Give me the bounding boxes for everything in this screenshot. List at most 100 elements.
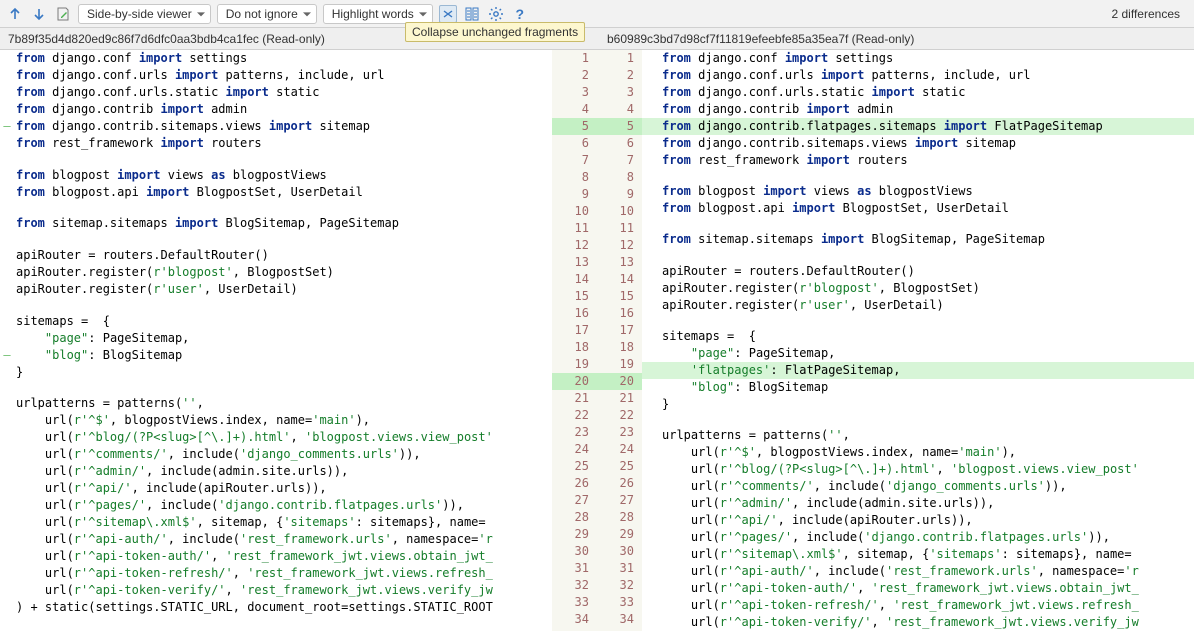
- code-row-right[interactable]: url(r'^pages/', include('django.contrib.…: [642, 529, 1194, 546]
- code-row-right[interactable]: from django.contrib.flatpages.sitemaps i…: [642, 118, 1194, 135]
- code-row-right[interactable]: from django.contrib.sitemaps.views impor…: [642, 135, 1194, 152]
- code-row-left[interactable]: url(r'^blog/(?P<slug>[^\.]+).html', 'blo…: [0, 429, 552, 446]
- code-row-right[interactable]: url(r'^admin/', include(admin.site.urls)…: [642, 495, 1194, 512]
- code-row-right[interactable]: url(r'^api-token-refresh/', 'rest_framew…: [642, 597, 1194, 614]
- code-row-right[interactable]: apiRouter = routers.DefaultRouter(): [642, 263, 1194, 280]
- left-change-marker: [0, 531, 14, 548]
- left-line-number: 32: [552, 577, 597, 594]
- code-row-left[interactable]: from rest_framework import routers: [0, 135, 552, 152]
- code-row-left[interactable]: from blogpost import views as blogpostVi…: [0, 167, 552, 184]
- code-row-right[interactable]: [642, 248, 1194, 262]
- left-line-number: 3: [552, 84, 597, 101]
- code-row-left[interactable]: apiRouter.register(r'user', UserDetail): [0, 281, 552, 298]
- code-row-left[interactable]: url(r'^api-token-verify/', 'rest_framewo…: [0, 582, 552, 599]
- code-row-left[interactable]: [0, 232, 552, 247]
- code-row-left[interactable]: url(r'^sitemap\.xml$', sitemap, {'sitema…: [0, 514, 552, 531]
- code-row-left[interactable]: url(r'^api-token-auth/', 'rest_framework…: [0, 548, 552, 565]
- sync-scroll-icon[interactable]: [463, 5, 481, 23]
- code-row-right[interactable]: urlpatterns = patterns('',: [642, 427, 1194, 444]
- code-row-left[interactable]: from django.conf.urls.static import stat…: [0, 84, 552, 101]
- right-panel[interactable]: from django.conf import settingsfrom dja…: [642, 50, 1194, 631]
- code-row-right[interactable]: "page": PageSitemap,: [642, 345, 1194, 362]
- code-row-right[interactable]: apiRouter.register(r'blogpost', Blogpost…: [642, 280, 1194, 297]
- next-diff-icon[interactable]: [30, 5, 48, 23]
- code-row-left[interactable]: from blogpost.api import BlogpostSet, Us…: [0, 184, 552, 201]
- code-row-right[interactable]: from blogpost.api import BlogpostSet, Us…: [642, 200, 1194, 217]
- code-row-right[interactable]: apiRouter.register(r'user', UserDetail): [642, 297, 1194, 314]
- code-row-right[interactable]: from blogpost import views as blogpostVi…: [642, 183, 1194, 200]
- code-row-left[interactable]: from django.conf import settings: [0, 50, 552, 67]
- code-row-right[interactable]: sitemaps = {: [642, 328, 1194, 345]
- highlight-mode-dropdown[interactable]: Highlight words: [323, 4, 433, 24]
- viewer-mode-dropdown[interactable]: Side-by-side viewer: [78, 4, 211, 24]
- code-row-left[interactable]: [0, 298, 552, 313]
- gutter-row: 66: [552, 135, 642, 152]
- code-row-left[interactable]: from django.contrib import admin: [0, 101, 552, 118]
- code-row-right[interactable]: [642, 169, 1194, 183]
- code-row-right[interactable]: url(r'^$', blogpostViews.index, name='ma…: [642, 444, 1194, 461]
- code-row-right[interactable]: url(r'^api/', include(apiRouter.urls)),: [642, 512, 1194, 529]
- line-number-gutter: 1122334455667788991010111112121313141415…: [552, 50, 642, 631]
- left-line-number: 1: [552, 50, 597, 67]
- code-row-right[interactable]: from django.conf import settings: [642, 50, 1194, 67]
- code-text: [14, 201, 552, 216]
- code-row-left[interactable]: [0, 616, 552, 631]
- collapse-unchanged-icon[interactable]: [439, 5, 457, 23]
- code-row-right[interactable]: [642, 413, 1194, 427]
- code-row-left[interactable]: [0, 152, 552, 167]
- code-row-left[interactable]: [0, 201, 552, 216]
- code-row-right[interactable]: [642, 217, 1194, 231]
- right-change-marker: [642, 263, 656, 280]
- code-row-right[interactable]: "blog": BlogSitemap: [642, 379, 1194, 396]
- right-line-number: 26: [597, 475, 642, 492]
- code-row-right[interactable]: url(r'^api-auth/', include('rest_framewo…: [642, 563, 1194, 580]
- code-row-right[interactable]: url(r'^api-token-verify/', 'rest_framewo…: [642, 614, 1194, 631]
- code-row-left[interactable]: urlpatterns = patterns('',: [0, 395, 552, 412]
- right-change-marker: [642, 231, 656, 248]
- code-text: sitemaps = {: [656, 328, 1194, 345]
- code-row-right[interactable]: url(r'^api-token-auth/', 'rest_framework…: [642, 580, 1194, 597]
- code-row-left[interactable]: "page": PageSitemap,: [0, 330, 552, 347]
- code-row-right[interactable]: url(r'^blog/(?P<slug>[^\.]+).html', 'blo…: [642, 461, 1194, 478]
- left-change-marker: [0, 184, 14, 201]
- code-row-right[interactable]: from rest_framework import routers: [642, 152, 1194, 169]
- help-icon[interactable]: ?: [511, 5, 529, 23]
- code-row-left[interactable]: from django.conf.urls import patterns, i…: [0, 67, 552, 84]
- code-row-right[interactable]: }: [642, 396, 1194, 413]
- code-row-left[interactable]: }: [0, 364, 552, 381]
- left-panel[interactable]: from django.conf import settingsfrom dja…: [0, 50, 552, 631]
- code-row-left[interactable]: url(r'^api-auth/', include('rest_framewo…: [0, 531, 552, 548]
- code-row-right[interactable]: 'flatpages': FlatPageSitemap,: [642, 362, 1194, 379]
- gutter-row: 2020: [552, 373, 642, 390]
- code-row-left[interactable]: from sitemap.sitemaps import BlogSitemap…: [0, 215, 552, 232]
- code-row-left[interactable]: — "blog": BlogSitemap: [0, 347, 552, 364]
- code-text: apiRouter.register(r'user', UserDetail): [656, 297, 1194, 314]
- code-row-left[interactable]: ) + static(settings.STATIC_URL, document…: [0, 599, 552, 616]
- right-change-marker: [642, 546, 656, 563]
- code-row-right[interactable]: from sitemap.sitemaps import BlogSitemap…: [642, 231, 1194, 248]
- code-row-left[interactable]: apiRouter = routers.DefaultRouter(): [0, 247, 552, 264]
- code-row-right[interactable]: url(r'^sitemap\.xml$', sitemap, {'sitema…: [642, 546, 1194, 563]
- code-row-left[interactable]: url(r'^pages/', include('django.contrib.…: [0, 497, 552, 514]
- code-row-left[interactable]: sitemaps = {: [0, 313, 552, 330]
- code-row-left[interactable]: url(r'^$', blogpostViews.index, name='ma…: [0, 412, 552, 429]
- code-row-left[interactable]: [0, 381, 552, 396]
- edit-source-icon[interactable]: [54, 5, 72, 23]
- code-row-right[interactable]: [642, 314, 1194, 328]
- code-row-right[interactable]: url(r'^comments/', include('django_comme…: [642, 478, 1194, 495]
- code-row-right[interactable]: from django.conf.urls import patterns, i…: [642, 67, 1194, 84]
- code-row-left[interactable]: apiRouter.register(r'blogpost', Blogpost…: [0, 264, 552, 281]
- code-row-right[interactable]: from django.conf.urls.static import stat…: [642, 84, 1194, 101]
- right-line-number: 10: [597, 203, 642, 220]
- code-row-right[interactable]: from django.contrib import admin: [642, 101, 1194, 118]
- code-row-left[interactable]: url(r'^api-token-refresh/', 'rest_framew…: [0, 565, 552, 582]
- code-row-left[interactable]: url(r'^api/', include(apiRouter.urls)),: [0, 480, 552, 497]
- right-line-number: 31: [597, 560, 642, 577]
- code-row-left[interactable]: url(r'^comments/', include('django_comme…: [0, 446, 552, 463]
- code-text: from django.conf.urls import patterns, i…: [656, 67, 1194, 84]
- code-row-left[interactable]: —from django.contrib.sitemaps.views impo…: [0, 118, 552, 135]
- ignore-mode-dropdown[interactable]: Do not ignore: [217, 4, 317, 24]
- code-row-left[interactable]: url(r'^admin/', include(admin.site.urls)…: [0, 463, 552, 480]
- settings-icon[interactable]: [487, 5, 505, 23]
- prev-diff-icon[interactable]: [6, 5, 24, 23]
